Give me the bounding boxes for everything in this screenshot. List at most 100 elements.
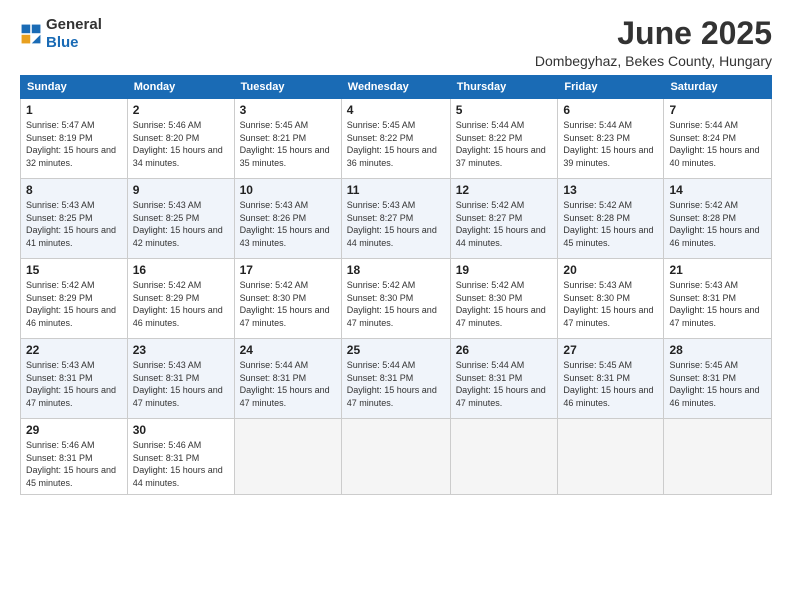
day-detail: Sunrise: 5:44 AMSunset: 8:31 PMDaylight:…	[240, 360, 330, 408]
day-number: 16	[133, 263, 229, 277]
day-number: 18	[347, 263, 445, 277]
day-number: 9	[133, 183, 229, 197]
col-saturday: Saturday	[664, 76, 772, 99]
table-row: 4 Sunrise: 5:45 AMSunset: 8:22 PMDayligh…	[341, 99, 450, 179]
page: General Blue June 2025 Dombegyhaz, Bekes…	[0, 0, 792, 612]
logo-general: General	[46, 16, 102, 33]
table-row: 20 Sunrise: 5:43 AMSunset: 8:30 PMDaylig…	[558, 259, 664, 339]
table-row: 10 Sunrise: 5:43 AMSunset: 8:26 PMDaylig…	[234, 179, 341, 259]
day-number: 27	[563, 343, 658, 357]
day-detail: Sunrise: 5:47 AMSunset: 8:19 PMDaylight:…	[26, 120, 116, 168]
day-number: 13	[563, 183, 658, 197]
day-detail: Sunrise: 5:42 AMSunset: 8:30 PMDaylight:…	[456, 280, 546, 328]
day-detail: Sunrise: 5:42 AMSunset: 8:27 PMDaylight:…	[456, 200, 546, 248]
logo: General Blue	[20, 16, 102, 52]
table-row: 14 Sunrise: 5:42 AMSunset: 8:28 PMDaylig…	[664, 179, 772, 259]
table-row: 21 Sunrise: 5:43 AMSunset: 8:31 PMDaylig…	[664, 259, 772, 339]
table-row: 6 Sunrise: 5:44 AMSunset: 8:23 PMDayligh…	[558, 99, 664, 179]
logo-icon	[20, 23, 42, 45]
table-row: 9 Sunrise: 5:43 AMSunset: 8:25 PMDayligh…	[127, 179, 234, 259]
day-number: 15	[26, 263, 122, 277]
day-detail: Sunrise: 5:45 AMSunset: 8:22 PMDaylight:…	[347, 120, 437, 168]
table-row: 27 Sunrise: 5:45 AMSunset: 8:31 PMDaylig…	[558, 339, 664, 419]
col-thursday: Thursday	[450, 76, 558, 99]
day-number: 29	[26, 423, 122, 437]
day-detail: Sunrise: 5:43 AMSunset: 8:31 PMDaylight:…	[669, 280, 759, 328]
table-row: 2 Sunrise: 5:46 AMSunset: 8:20 PMDayligh…	[127, 99, 234, 179]
table-row: 13 Sunrise: 5:42 AMSunset: 8:28 PMDaylig…	[558, 179, 664, 259]
day-detail: Sunrise: 5:45 AMSunset: 8:21 PMDaylight:…	[240, 120, 330, 168]
day-detail: Sunrise: 5:42 AMSunset: 8:30 PMDaylight:…	[240, 280, 330, 328]
day-detail: Sunrise: 5:46 AMSunset: 8:31 PMDaylight:…	[26, 440, 116, 488]
table-row: 25 Sunrise: 5:44 AMSunset: 8:31 PMDaylig…	[341, 339, 450, 419]
table-row: 30 Sunrise: 5:46 AMSunset: 8:31 PMDaylig…	[127, 419, 234, 494]
day-detail: Sunrise: 5:44 AMSunset: 8:31 PMDaylight:…	[456, 360, 546, 408]
logo-text: General Blue	[46, 16, 102, 52]
table-row: 8 Sunrise: 5:43 AMSunset: 8:25 PMDayligh…	[21, 179, 128, 259]
day-detail: Sunrise: 5:46 AMSunset: 8:20 PMDaylight:…	[133, 120, 223, 168]
day-detail: Sunrise: 5:44 AMSunset: 8:22 PMDaylight:…	[456, 120, 546, 168]
day-detail: Sunrise: 5:44 AMSunset: 8:31 PMDaylight:…	[347, 360, 437, 408]
table-row: 16 Sunrise: 5:42 AMSunset: 8:29 PMDaylig…	[127, 259, 234, 339]
table-row: 3 Sunrise: 5:45 AMSunset: 8:21 PMDayligh…	[234, 99, 341, 179]
table-row: 28 Sunrise: 5:45 AMSunset: 8:31 PMDaylig…	[664, 339, 772, 419]
logo-blue: Blue	[46, 34, 79, 51]
col-monday: Monday	[127, 76, 234, 99]
col-sunday: Sunday	[21, 76, 128, 99]
day-number: 21	[669, 263, 766, 277]
day-detail: Sunrise: 5:44 AMSunset: 8:23 PMDaylight:…	[563, 120, 653, 168]
col-friday: Friday	[558, 76, 664, 99]
table-row: 1 Sunrise: 5:47 AMSunset: 8:19 PMDayligh…	[21, 99, 128, 179]
day-number: 8	[26, 183, 122, 197]
table-row: 7 Sunrise: 5:44 AMSunset: 8:24 PMDayligh…	[664, 99, 772, 179]
table-row: 18 Sunrise: 5:42 AMSunset: 8:30 PMDaylig…	[341, 259, 450, 339]
table-row: 12 Sunrise: 5:42 AMSunset: 8:27 PMDaylig…	[450, 179, 558, 259]
col-tuesday: Tuesday	[234, 76, 341, 99]
header: General Blue June 2025 Dombegyhaz, Bekes…	[20, 16, 772, 69]
day-number: 5	[456, 103, 553, 117]
day-detail: Sunrise: 5:43 AMSunset: 8:25 PMDaylight:…	[133, 200, 223, 248]
table-row: 17 Sunrise: 5:42 AMSunset: 8:30 PMDaylig…	[234, 259, 341, 339]
day-number: 3	[240, 103, 336, 117]
calendar-table: Sunday Monday Tuesday Wednesday Thursday…	[20, 75, 772, 494]
table-row: 15 Sunrise: 5:42 AMSunset: 8:29 PMDaylig…	[21, 259, 128, 339]
day-number: 26	[456, 343, 553, 357]
day-number: 30	[133, 423, 229, 437]
table-row: 23 Sunrise: 5:43 AMSunset: 8:31 PMDaylig…	[127, 339, 234, 419]
day-number: 17	[240, 263, 336, 277]
day-detail: Sunrise: 5:42 AMSunset: 8:28 PMDaylight:…	[669, 200, 759, 248]
day-number: 25	[347, 343, 445, 357]
day-number: 23	[133, 343, 229, 357]
col-wednesday: Wednesday	[341, 76, 450, 99]
table-row	[450, 419, 558, 494]
day-detail: Sunrise: 5:43 AMSunset: 8:31 PMDaylight:…	[133, 360, 223, 408]
table-row: 5 Sunrise: 5:44 AMSunset: 8:22 PMDayligh…	[450, 99, 558, 179]
day-number: 11	[347, 183, 445, 197]
day-detail: Sunrise: 5:42 AMSunset: 8:29 PMDaylight:…	[133, 280, 223, 328]
table-row: 19 Sunrise: 5:42 AMSunset: 8:30 PMDaylig…	[450, 259, 558, 339]
table-row: 26 Sunrise: 5:44 AMSunset: 8:31 PMDaylig…	[450, 339, 558, 419]
header-row: Sunday Monday Tuesday Wednesday Thursday…	[21, 76, 772, 99]
location-title: Dombegyhaz, Bekes County, Hungary	[535, 53, 772, 69]
day-number: 19	[456, 263, 553, 277]
day-detail: Sunrise: 5:43 AMSunset: 8:27 PMDaylight:…	[347, 200, 437, 248]
table-row	[341, 419, 450, 494]
day-detail: Sunrise: 5:44 AMSunset: 8:24 PMDaylight:…	[669, 120, 759, 168]
day-number: 28	[669, 343, 766, 357]
day-number: 2	[133, 103, 229, 117]
day-detail: Sunrise: 5:42 AMSunset: 8:28 PMDaylight:…	[563, 200, 653, 248]
title-area: June 2025 Dombegyhaz, Bekes County, Hung…	[535, 16, 772, 69]
day-detail: Sunrise: 5:43 AMSunset: 8:31 PMDaylight:…	[26, 360, 116, 408]
table-row	[234, 419, 341, 494]
day-detail: Sunrise: 5:42 AMSunset: 8:29 PMDaylight:…	[26, 280, 116, 328]
day-number: 7	[669, 103, 766, 117]
day-number: 20	[563, 263, 658, 277]
day-detail: Sunrise: 5:42 AMSunset: 8:30 PMDaylight:…	[347, 280, 437, 328]
table-row	[664, 419, 772, 494]
day-number: 4	[347, 103, 445, 117]
day-number: 1	[26, 103, 122, 117]
day-number: 6	[563, 103, 658, 117]
day-number: 22	[26, 343, 122, 357]
day-detail: Sunrise: 5:45 AMSunset: 8:31 PMDaylight:…	[563, 360, 653, 408]
table-row: 29 Sunrise: 5:46 AMSunset: 8:31 PMDaylig…	[21, 419, 128, 494]
